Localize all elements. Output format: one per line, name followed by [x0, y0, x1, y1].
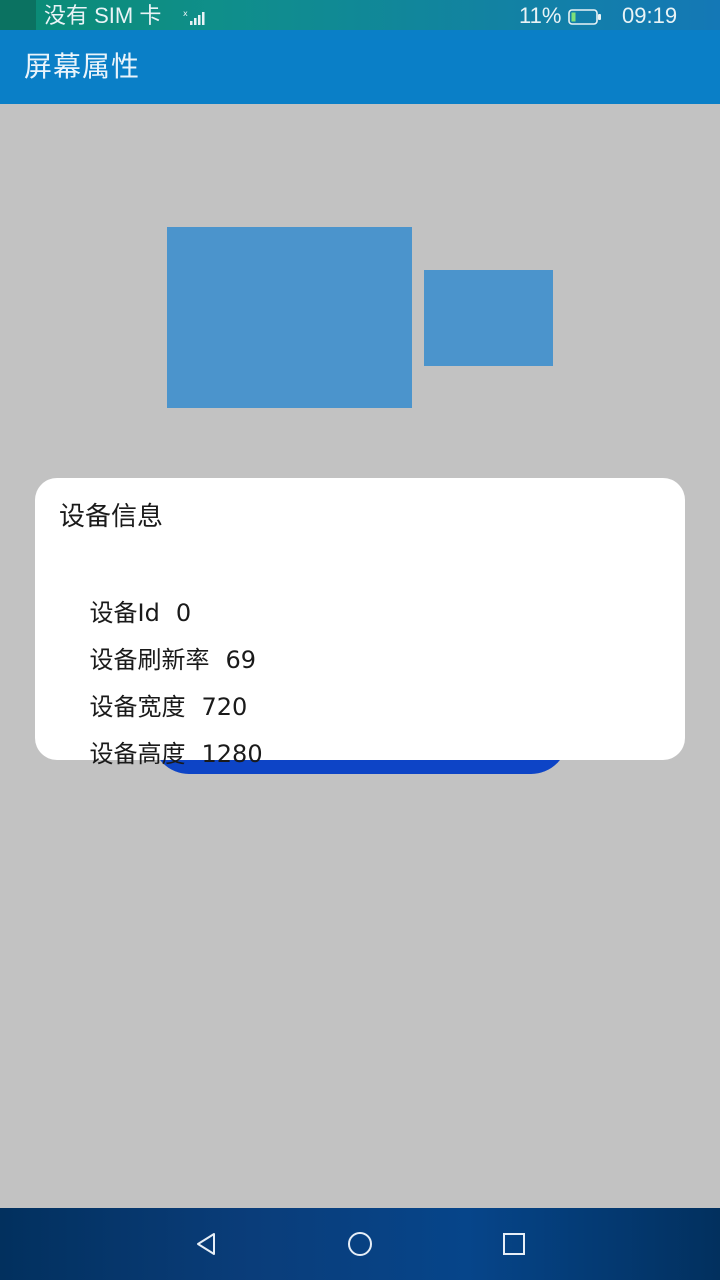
dialog-title: 设备信息 [59, 502, 164, 532]
status-bar-notch-area [0, 0, 36, 30]
svg-text:x: x [183, 9, 188, 18]
carrier-text: 没有 SIM 卡 [44, 3, 162, 28]
app-bar: 屏幕属性 [0, 30, 720, 104]
navigation-bar [0, 1208, 720, 1280]
signal-icon: x [183, 9, 205, 25]
display-rect-small [424, 270, 553, 366]
battery-percent: 11% [519, 3, 562, 28]
recent-apps-icon[interactable] [498, 1228, 530, 1260]
device-info-dialog: 设备信息 设备Id 0 设备刷新率 69 设备宽度 720 设备高度 1280 [35, 478, 685, 768]
back-icon[interactable] [190, 1228, 222, 1260]
info-label: 设备高度 [89, 740, 186, 768]
info-row-height: 设备高度 1280 [59, 703, 263, 805]
battery-icon [568, 9, 601, 25]
display-rect-large [167, 227, 412, 408]
clock: 09:19 [622, 3, 678, 28]
home-icon[interactable] [344, 1228, 376, 1260]
status-bar: 没有 SIM 卡 x 11% 09:19 [0, 0, 720, 30]
page-title: 屏幕属性 [24, 50, 141, 83]
info-value: 1280 [201, 740, 263, 768]
